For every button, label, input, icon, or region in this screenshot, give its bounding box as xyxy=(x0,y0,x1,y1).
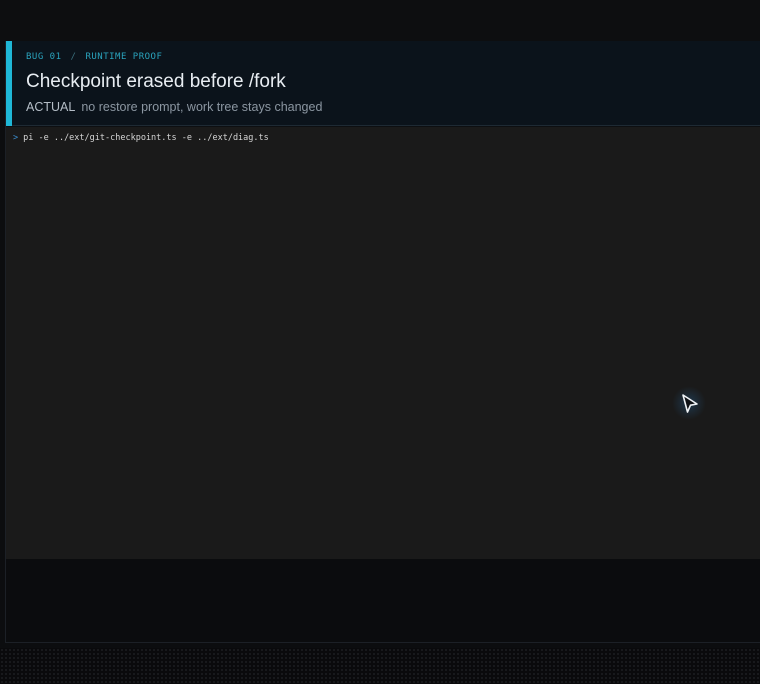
slide-frame: BUG 01 / RUNTIME PROOF Checkpoint erased b… xyxy=(5,41,760,643)
prompt-symbol: > xyxy=(13,133,19,143)
actual-label: ACTUAL xyxy=(26,100,76,114)
bug-id: BUG 01 xyxy=(26,52,62,62)
section-label: RUNTIME PROOF xyxy=(85,52,163,62)
accent-bar xyxy=(6,41,12,126)
actual-description: no restore prompt, work tree stays chang… xyxy=(81,100,323,114)
mouse-pointer-icon xyxy=(682,394,698,413)
footer-area xyxy=(6,559,760,642)
dotted-background xyxy=(0,648,760,684)
terminal-command-line: > pi -e ../ext/git-checkpoint.ts -e ../ex… xyxy=(13,133,269,143)
terminal-pane[interactable]: > pi -e ../ext/git-checkpoint.ts -e ../ex… xyxy=(6,127,760,559)
page-title: Checkpoint erased before /fork xyxy=(26,71,286,92)
proof-header: BUG 01 / RUNTIME PROOF Checkpoint erased b… xyxy=(6,41,760,126)
mouse-cursor xyxy=(672,386,706,420)
subtitle: ACTUAL no restore prompt, work tree stays… xyxy=(26,100,322,114)
terminal-command: pi -e ../ext/git-checkpoint.ts -e ../ext… xyxy=(23,133,269,143)
eyebrow: BUG 01 / RUNTIME PROOF xyxy=(26,52,162,62)
eyebrow-separator: / xyxy=(70,52,77,62)
top-bar xyxy=(0,0,760,41)
